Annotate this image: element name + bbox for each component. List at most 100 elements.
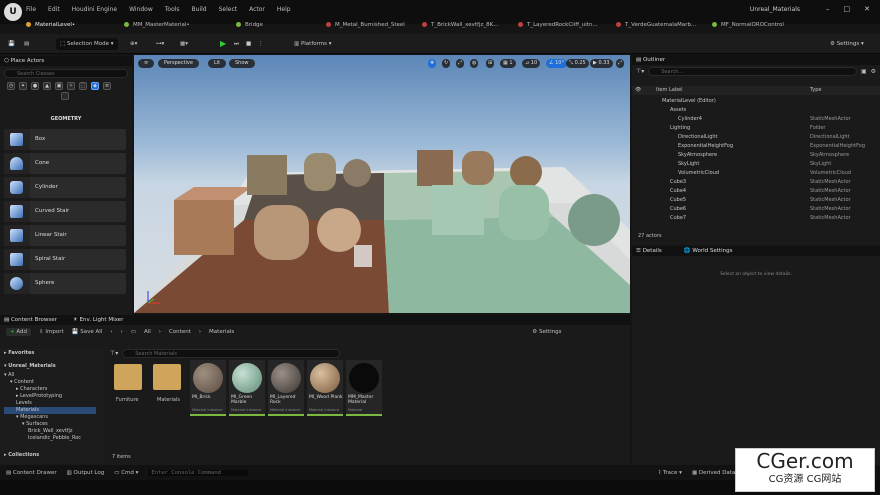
menu-actor[interactable]: Actor	[249, 6, 265, 13]
tree-icelandic-pebble[interactable]: Icelandic_Pebble_Roc	[28, 435, 81, 442]
outliner-row[interactable]: Cube6 StaticMeshActor	[632, 205, 872, 214]
grid-snap-button[interactable]: ▦ 1	[500, 59, 516, 68]
viewport-menu-icon[interactable]: ≡	[138, 59, 155, 68]
col-type[interactable]: Type	[810, 86, 821, 95]
tree-levelprototyping[interactable]: ▸ LevelPrototyping	[16, 393, 62, 400]
outliner-row[interactable]: Cube5 StaticMeshActor	[632, 196, 872, 205]
tree-content[interactable]: ▾ Content	[10, 379, 34, 386]
tree-levels[interactable]: Levels	[16, 400, 32, 407]
geometry-icon[interactable]: ◆	[91, 82, 99, 90]
grid-size-button[interactable]: ⊿ 10	[522, 59, 541, 68]
asset-mi-layered-rock[interactable]: MI_Layered Rock Material Instance	[268, 360, 304, 416]
menu-file[interactable]: File	[26, 6, 36, 13]
cinematics-icon[interactable]: ▦▾	[180, 38, 188, 50]
menu-tools[interactable]: Tools	[165, 6, 180, 13]
collections-section[interactable]: ▸ Collections	[4, 452, 39, 459]
play-options-icon[interactable]: ⋮	[258, 38, 264, 50]
scale-snap-button[interactable]: ⤡ 0.25	[566, 59, 589, 68]
blueprint-icon[interactable]: ⊶▾	[156, 38, 164, 50]
shapes-icon[interactable]: ▲	[43, 82, 51, 90]
camera-speed-button[interactable]: ▶ 0.33	[590, 59, 613, 68]
outliner-row[interactable]: MaterialLevel (Editor)	[632, 97, 872, 106]
outliner-row[interactable]: DirectionalLight DirectionalLight	[632, 133, 872, 142]
visual-effects-icon[interactable]: ✧	[67, 82, 75, 90]
tab-layered-rock[interactable]: T_LayeredRockCliff_uitn...	[518, 18, 598, 32]
outliner-row[interactable]: Assets	[632, 106, 872, 115]
project-section[interactable]: ▾ Unreal_Materials	[4, 363, 56, 370]
tree-brick-wall[interactable]: Brick_Wall_xevtfjz	[28, 428, 73, 435]
tab-normal-oro[interactable]: MF_NormalOROControl	[712, 18, 784, 32]
filter-icon[interactable]: ⊤▾	[636, 68, 644, 75]
close-icon[interactable]: ✕	[864, 5, 870, 13]
show-button[interactable]: Show	[229, 59, 255, 68]
tree-surfaces[interactable]: ▾ Surfaces	[22, 421, 48, 428]
perspective-button[interactable]: Perspective	[158, 59, 199, 68]
menu-build[interactable]: Build	[192, 6, 207, 13]
tab-bridge[interactable]: Bridge	[236, 18, 263, 32]
tab-material-level[interactable]: MaterialLevel•	[26, 18, 75, 32]
cinematic-icon[interactable]: ▣	[55, 82, 63, 90]
asset-mm-master-material[interactable]: MM_Master Material Material	[346, 360, 382, 416]
rotate-icon[interactable]: ↻	[442, 59, 451, 68]
folder-furniture-icon[interactable]	[114, 364, 142, 390]
minimize-icon[interactable]: –	[826, 5, 830, 13]
search-materials-input[interactable]: Search Materials	[122, 348, 341, 358]
cmd-button[interactable]: ▭ Cmd ▾	[114, 470, 138, 476]
menu-select[interactable]: Select	[219, 6, 238, 13]
outliner-row[interactable]: Cylinder4 StaticMeshActor	[632, 115, 872, 124]
tree-all[interactable]: ▾ All	[4, 372, 14, 379]
level-viewport[interactable]: ≡ Perspective Lit Show ✥ ↻ ⤢ ◍ ⊞ ▦ 1 ⊿ 1…	[134, 55, 630, 313]
console-input[interactable]: Enter Console Command	[148, 469, 249, 476]
tab-env-light-mixer[interactable]: ☀ Env. Light Mixer	[73, 315, 123, 325]
step-icon[interactable]: ⏭	[234, 38, 239, 50]
outliner-row[interactable]: Cube4 StaticMeshActor	[632, 187, 872, 196]
asset-mi-wood-plank[interactable]: MI_Wood Plank Material Instance	[307, 360, 343, 416]
path-materials[interactable]: Materials	[209, 329, 234, 335]
outliner-row[interactable]: ExponentialHeightFog ExponentialHeightFog	[632, 142, 872, 151]
path-all[interactable]: All	[144, 329, 151, 335]
volumes-icon[interactable]: ⬚	[79, 82, 87, 90]
filter-icon[interactable]: ⊤▾	[110, 350, 118, 357]
tree-characters[interactable]: ▸ Characters	[16, 386, 47, 393]
all-classes-icon[interactable]: ≡	[103, 82, 111, 90]
platforms-button[interactable]: ▥ Platforms ▾	[294, 38, 332, 50]
lit-button[interactable]: Lit	[208, 59, 227, 68]
menu-edit[interactable]: Edit	[48, 6, 60, 13]
tab-master-material[interactable]: MM_MasterMaterial•	[124, 18, 190, 32]
menu-houdini[interactable]: Houdini Engine	[72, 6, 117, 13]
tab-content-browser[interactable]: ▤ Content Browser	[4, 315, 57, 325]
add-button[interactable]: + Add	[6, 328, 32, 336]
outliner-row[interactable]: VolumetricCloud VolumetricCloud	[632, 169, 872, 178]
more-icon[interactable]	[61, 92, 69, 100]
translate-icon[interactable]: ✥	[428, 59, 437, 68]
outliner-row[interactable]: SkyLight SkyLight	[632, 160, 872, 169]
search-classes-input[interactable]: Search Classes	[4, 69, 128, 78]
lights-icon[interactable]: ●	[31, 82, 39, 90]
tab-world-settings[interactable]: 🌐 World Settings	[684, 246, 733, 256]
outliner-row[interactable]: Cube3 StaticMeshActor	[632, 178, 872, 187]
settings-button[interactable]: ⚙ Settings ▾	[830, 38, 864, 50]
unreal-logo-icon[interactable]: U	[4, 3, 22, 21]
content-drawer-button[interactable]: ▤ Content Drawer	[6, 470, 57, 476]
actor-sphere[interactable]: Sphere	[4, 273, 126, 294]
actor-curved-stair[interactable]: Curved Stair	[4, 201, 126, 222]
stop-icon[interactable]: ■	[246, 38, 251, 50]
outliner-row[interactable]: Lighting Folder	[632, 124, 872, 133]
tab-verde-marble[interactable]: T_VerdeGuatemalaMarb...	[616, 18, 696, 32]
actor-linear-stair[interactable]: Linear Stair	[4, 225, 126, 246]
maximize-viewport-icon[interactable]: ⤢	[616, 59, 625, 68]
menu-window[interactable]: Window	[129, 6, 153, 13]
actor-cylinder[interactable]: Cylinder	[4, 177, 126, 198]
tab-details[interactable]: ☰ Details	[636, 246, 662, 256]
maximize-icon[interactable]: □	[844, 5, 851, 13]
favorites-section[interactable]: ▸ Favorites	[4, 350, 34, 357]
basic-icon[interactable]: ✦	[19, 82, 27, 90]
tree-materials[interactable]: Materials	[4, 407, 96, 414]
add-actor-icon[interactable]: ⊕▾	[130, 38, 137, 50]
recent-icon[interactable]: ◷	[7, 82, 15, 90]
save-all-button[interactable]: 💾 Save All	[72, 329, 103, 335]
folder-materials-icon[interactable]	[153, 364, 181, 390]
outliner-row[interactable]: Cube7 StaticMeshActor	[632, 214, 872, 223]
content-settings-button[interactable]: ⚙ Settings	[532, 329, 561, 335]
output-log-button[interactable]: ▥ Output Log	[67, 470, 105, 476]
